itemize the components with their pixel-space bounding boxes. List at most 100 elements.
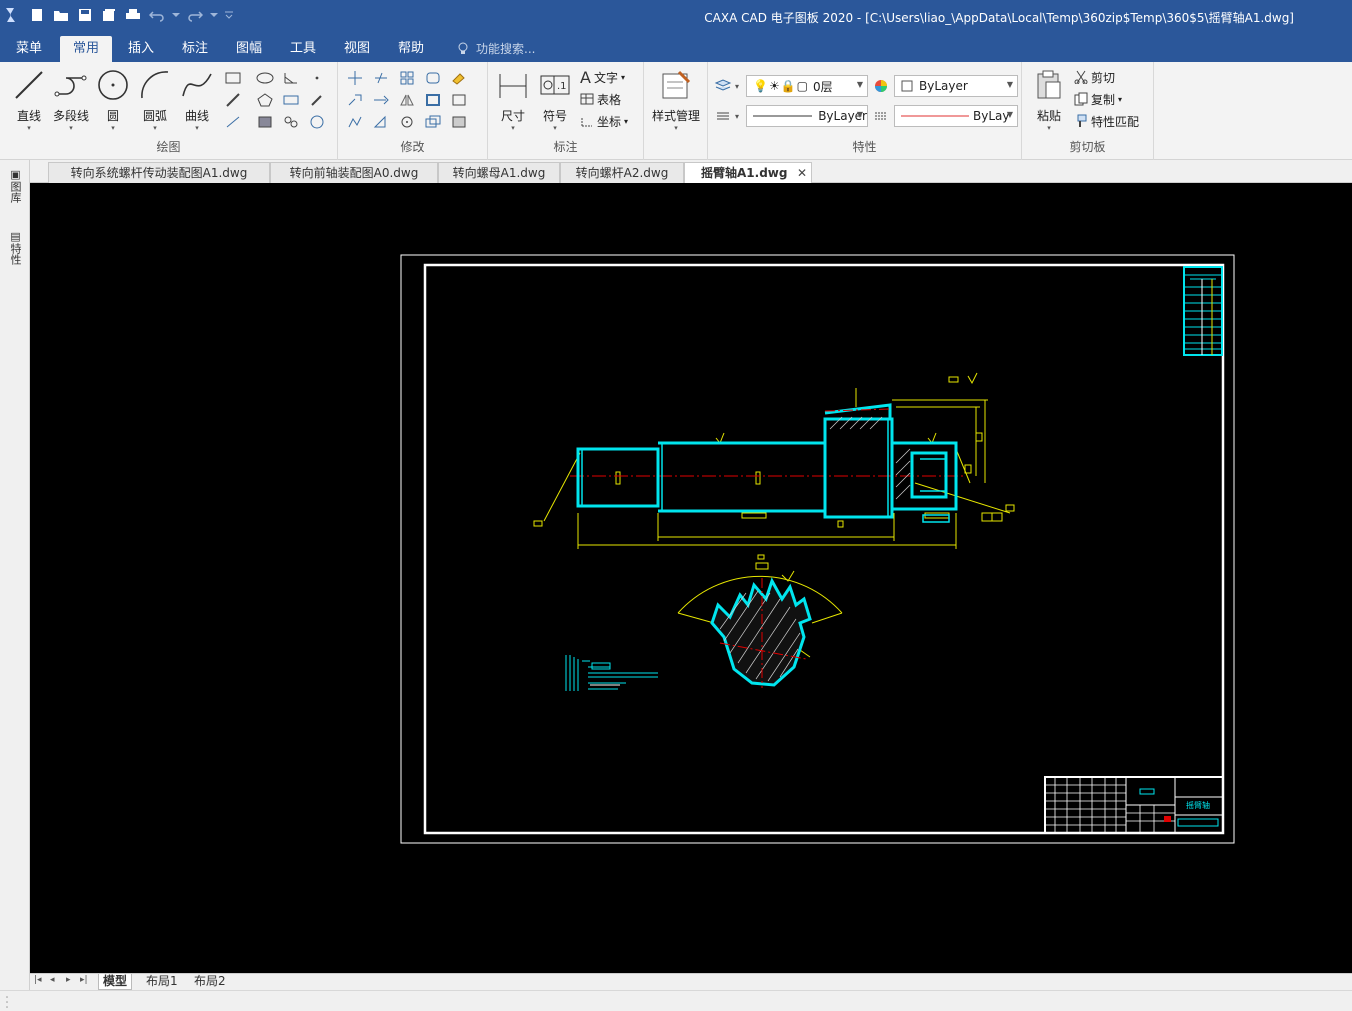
undo-dropdown-icon[interactable] (172, 6, 180, 24)
mirror-icon[interactable] (396, 90, 418, 110)
centerline-icon[interactable] (280, 90, 302, 110)
tab-tools[interactable]: 工具 (280, 36, 326, 62)
doc-tab-steering-screw[interactable]: 转向螺杆A2.dwg (560, 162, 684, 183)
copy-entity-icon[interactable] (344, 90, 366, 110)
arc-button[interactable]: 圆弧 ▾ (134, 68, 176, 132)
polygon-icon[interactable] (254, 90, 276, 110)
ellipse-icon[interactable] (254, 68, 276, 88)
polyline-button[interactable]: 多段线 ▾ (50, 68, 92, 132)
lineweight-combo[interactable]: ByLay ▼ (894, 105, 1018, 127)
gear-sector-outline (710, 577, 812, 687)
modify-group-label: 修改 (400, 140, 425, 154)
library-panel-tab[interactable]: ▣图库 (7, 168, 23, 203)
tab-view[interactable]: 视图 (334, 36, 380, 62)
layer-combo[interactable]: 💡☀🔒▢ 0层 ▼ (746, 75, 868, 97)
feature-search[interactable]: 功能搜索... (458, 40, 535, 57)
eraser-icon[interactable] (448, 68, 470, 88)
tab-insert[interactable]: 插入 (118, 36, 164, 62)
match-properties-button[interactable]: 特性匹配 (1074, 111, 1139, 131)
shaft-main-view (533, 388, 1015, 549)
customize-toolbar-icon[interactable] (224, 6, 234, 24)
new-file-icon[interactable] (28, 6, 46, 24)
save-icon[interactable] (76, 6, 94, 24)
rectangle-icon[interactable] (222, 68, 244, 88)
tab-sheet[interactable]: 图幅 (226, 36, 272, 62)
explode-icon[interactable] (422, 112, 444, 132)
symbol-button[interactable]: .1 符号 ▾ (534, 68, 576, 132)
redo-dropdown-icon[interactable] (210, 6, 218, 24)
layout-tab-layout2[interactable]: 布局2 (190, 974, 230, 990)
array-icon[interactable] (396, 68, 418, 88)
point-icon[interactable] (306, 68, 328, 88)
block-icon[interactable] (448, 90, 470, 110)
circle-button[interactable]: 圆 ▾ (92, 68, 134, 132)
extend-icon[interactable] (370, 90, 392, 110)
redo-icon[interactable] (186, 6, 204, 24)
revision-table (1183, 266, 1223, 356)
linetype-icon[interactable] (870, 106, 892, 126)
save-all-icon[interactable] (100, 6, 118, 24)
linetype-combo[interactable]: ByLayer ▼ (746, 105, 868, 127)
move-icon[interactable] (344, 68, 366, 88)
last-layout-icon[interactable]: ▸| (80, 975, 88, 985)
angle-line-icon[interactable] (280, 68, 302, 88)
scale-icon[interactable] (370, 112, 392, 132)
color-wheel-icon[interactable] (870, 76, 892, 96)
open-folder-icon[interactable] (52, 6, 70, 24)
cut-button[interactable]: 剪切 (1074, 67, 1115, 87)
tab-menu[interactable]: 菜单 (6, 36, 52, 62)
style-manager-button[interactable]: 样式管理 ▾ (650, 68, 702, 132)
lineweight-list-dropdown-icon[interactable]: ▾ (732, 106, 742, 126)
shaft-outline (576, 403, 958, 519)
text-icon: A (580, 67, 591, 87)
layout-tab-model[interactable]: 模型 (98, 974, 133, 990)
parallel-line-icon[interactable] (222, 112, 244, 132)
layout-tab-layout1[interactable]: 布局1 (142, 974, 182, 990)
trim-icon[interactable] (370, 68, 392, 88)
offset-icon[interactable] (422, 90, 444, 110)
rotate-icon[interactable] (396, 112, 418, 132)
hatch-icon[interactable] (254, 112, 276, 132)
hatch-line-icon[interactable] (222, 90, 244, 110)
line-button[interactable]: 直线 ▾ (8, 68, 50, 132)
doc-tab-steering-system-assembly[interactable]: 转向系统螺杆传动装配图A1.dwg (48, 162, 270, 183)
stretch-icon[interactable] (344, 112, 366, 132)
doc-tab-front-axle-assembly[interactable]: 转向前轴装配图A0.dwg (270, 162, 438, 183)
doc-tab-rocker-shaft[interactable]: 摇臂轴A1.dwg ✕ (684, 162, 812, 183)
fill-icon[interactable] (280, 112, 302, 132)
region-icon[interactable] (306, 112, 328, 132)
text-label: 文字 (593, 70, 618, 85)
style-manager-icon (662, 70, 691, 99)
fillet-icon[interactable] (422, 68, 444, 88)
paste-button[interactable]: 粘贴 ▾ (1028, 68, 1070, 132)
properties-group-label: 特性 (852, 140, 877, 154)
table-button[interactable]: 表格 (580, 89, 621, 109)
doc-tab-steering-nut[interactable]: 转向螺母A1.dwg (438, 162, 560, 183)
layer-manager-dropdown-icon[interactable]: ▾ (732, 76, 742, 96)
print-icon[interactable] (124, 6, 142, 24)
tab-help[interactable]: 帮助 (388, 36, 434, 62)
tab-home[interactable]: 常用 (60, 36, 112, 62)
properties-panel-label: 特性 (9, 243, 22, 265)
drawing-canvas[interactable]: 摇臂轴 (30, 183, 1352, 973)
lineweight-list-icon[interactable] (712, 106, 734, 126)
layer-manager-icon[interactable] (712, 76, 734, 96)
properties-panel-tab[interactable]: ▤特性 (7, 230, 23, 265)
coordinate-button[interactable]: 坐标 ▾ (580, 111, 628, 131)
next-layout-icon[interactable]: ▸ (66, 975, 71, 985)
copy-button[interactable]: 复制 ▾ (1074, 89, 1122, 109)
first-layout-icon[interactable]: |◂ (34, 975, 42, 985)
properties-group: ▾ 💡☀🔒▢ 0层 ▼ ByLayer ▼ ▾ ByLayer ▼ ByLay ▼ 特性 (708, 62, 1022, 160)
edit-block-icon[interactable] (448, 112, 470, 132)
curve-button[interactable]: 曲线 ▾ (176, 68, 218, 132)
dimension-button[interactable]: 尺寸 ▾ (492, 68, 534, 132)
color-combo[interactable]: ByLayer ▼ (894, 75, 1018, 97)
pen-icon[interactable] (306, 90, 328, 110)
ribbon-tab-bar: 菜单 常用 插入 标注 图幅 工具 视图 帮助 功能搜索... (0, 32, 1352, 62)
prev-layout-icon[interactable]: ◂ (50, 975, 55, 985)
undo-icon[interactable] (148, 6, 166, 24)
tab-annotate[interactable]: 标注 (172, 36, 218, 62)
text-button[interactable]: A 文字 ▾ (580, 67, 625, 87)
gear-section-view (677, 554, 843, 688)
close-tab-icon[interactable]: ✕ (797, 163, 807, 183)
